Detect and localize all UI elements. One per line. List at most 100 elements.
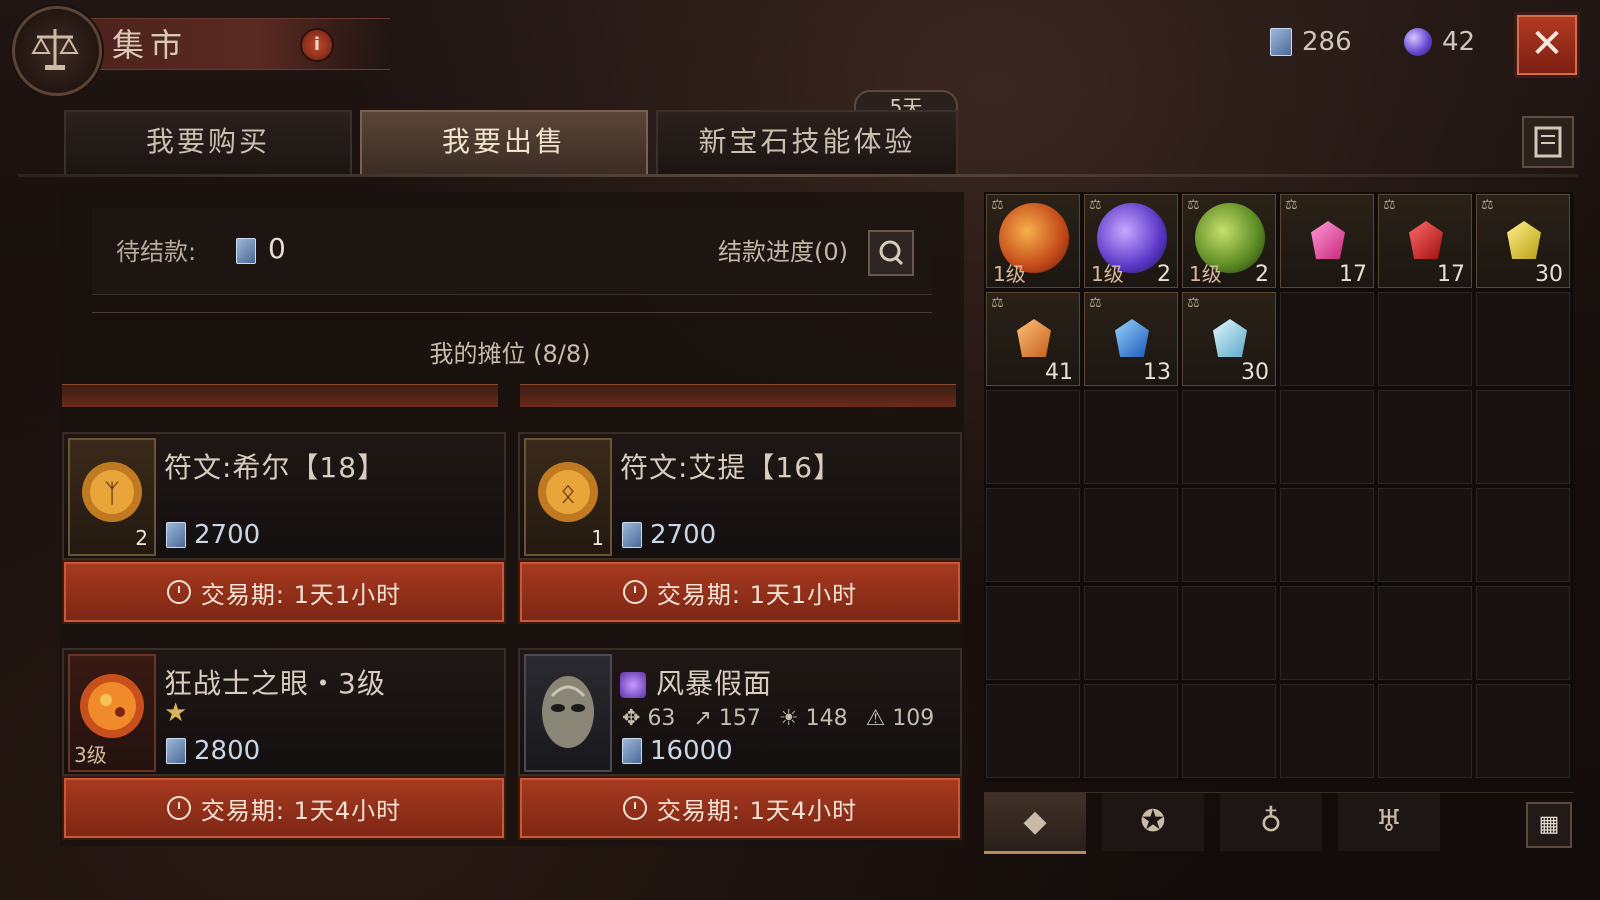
price-value: 2800 — [194, 736, 261, 766]
inventory-slot-empty[interactable] — [1084, 586, 1178, 680]
inventory-slot-empty[interactable] — [1280, 488, 1374, 582]
pending-value: 0 — [268, 232, 286, 265]
item-price: 2700 — [166, 520, 260, 550]
item-slot: 3级 — [68, 654, 156, 772]
price-value: 16000 — [650, 736, 733, 766]
grid-view-button[interactable]: ▦ — [1526, 802, 1572, 848]
item-stats: ✥ 63 ↗ 157 ☀ 148 ⚠ 109 — [622, 706, 934, 731]
listing-card[interactable]: ᛟ 1 符文:艾提【16】 2700 交易期: 1天1小时 — [518, 432, 962, 632]
section-divider — [92, 312, 932, 313]
inventory-slot-empty[interactable] — [1476, 390, 1570, 484]
sort-button[interactable] — [1522, 116, 1574, 168]
item-name: 符文:希尔【18】 — [164, 451, 387, 484]
inventory-slot[interactable]: ⚖ 30 — [1476, 194, 1570, 288]
inventory-slot-empty[interactable] — [1378, 292, 1472, 386]
item-slot — [524, 654, 612, 772]
orb-currency: 42 — [1404, 24, 1475, 60]
inventory-slot-empty[interactable] — [1182, 390, 1276, 484]
trade-period-bar: 交易期: 1天1小时 — [518, 560, 962, 624]
info-icon[interactable]: i — [300, 28, 334, 62]
diamond-gem-icon — [1213, 319, 1247, 357]
slot-level: 1级 — [1189, 262, 1222, 286]
category-runes[interactable]: ✪ — [1102, 793, 1204, 851]
inventory-slot-empty[interactable] — [1476, 488, 1570, 582]
orb-amount: 42 — [1442, 27, 1476, 57]
tab-sell[interactable]: 我要出售 — [360, 110, 648, 176]
inventory-slot-empty[interactable] — [1280, 292, 1374, 386]
inventory-slot-empty[interactable] — [1378, 684, 1472, 778]
trade-lock-icon: ⚖ — [1481, 197, 1494, 213]
listing-card[interactable]: 风暴假面 ✥ 63 ↗ 157 ☀ 148 ⚠ 109 16000 交易期: 1… — [518, 648, 962, 848]
settlement-progress-button[interactable] — [868, 230, 914, 276]
gold-token-icon — [236, 238, 256, 264]
demon-category-icon: ♅ — [1375, 804, 1403, 839]
inventory-slot-empty[interactable] — [1182, 684, 1276, 778]
inventory-slot-empty[interactable] — [1378, 586, 1472, 680]
category-gems[interactable]: ◆ — [984, 793, 1086, 854]
listing-card[interactable]: ᛉ 2 符文:希尔【18】 2700 交易期: 1天1小时 — [62, 432, 506, 632]
gold-token-icon — [622, 522, 642, 548]
inventory-slot-empty[interactable] — [1280, 390, 1374, 484]
rarity-badge-icon — [620, 672, 646, 698]
yellow-gem-icon — [1507, 221, 1541, 259]
item-price: 2700 — [622, 520, 716, 550]
scales-icon — [31, 29, 79, 70]
page-title: 集市 — [112, 26, 189, 64]
inventory-slot-empty[interactable] — [1084, 390, 1178, 484]
inventory-slot-empty[interactable] — [1476, 684, 1570, 778]
item-level: 3级 — [74, 743, 107, 767]
inventory-slot[interactable]: ⚖ 1级 2 — [1084, 194, 1178, 288]
trade-period-bar: 交易期: 1天1小时 — [62, 560, 506, 624]
inventory-slot-empty[interactable] — [1280, 684, 1374, 778]
inventory-slot-empty[interactable] — [986, 684, 1080, 778]
inventory-slot[interactable]: ⚖ 1级 2 — [1182, 194, 1276, 288]
stat-warning: ⚠ 109 — [865, 706, 935, 731]
inventory-slot-empty[interactable] — [1476, 292, 1570, 386]
inventory-slot[interactable]: ⚖ 17 — [1378, 194, 1472, 288]
price-value: 2700 — [194, 520, 261, 550]
inventory-slot-empty[interactable] — [1280, 586, 1374, 680]
inventory-grid: ⚖ 1级 ⚖ 1级 2 ⚖ 1级 2 ⚖ 17 ⚖ 17 ⚖ 30 ⚖ 41 ⚖… — [984, 192, 1574, 782]
trade-lock-icon: ⚖ — [1089, 197, 1102, 213]
orb-icon — [1404, 28, 1432, 56]
inventory-slot[interactable]: ⚖ 1级 — [986, 194, 1080, 288]
slot-quantity: 41 — [1045, 360, 1073, 385]
inventory-slot-empty[interactable] — [1378, 390, 1472, 484]
inventory-slot[interactable]: ⚖ 30 — [1182, 292, 1276, 386]
category-materials[interactable]: ♁ — [1220, 793, 1322, 851]
svg-text:ᛟ: ᛟ — [560, 479, 576, 509]
slot-level: 1级 — [1091, 262, 1124, 286]
inventory-slot-empty[interactable] — [1084, 488, 1178, 582]
stat-speed: ↗ 157 — [693, 706, 761, 731]
inventory-slot-empty[interactable] — [1182, 488, 1276, 582]
inventory-slot[interactable]: ⚖ 17 — [1280, 194, 1374, 288]
search-icon — [879, 240, 904, 266]
inventory-slot-empty[interactable] — [986, 390, 1080, 484]
tab-new-gem-skill[interactable]: 新宝石技能体验 — [656, 110, 958, 176]
card-top-strip — [520, 384, 956, 407]
item-slot: ᛉ 2 — [68, 438, 156, 556]
grid-icon: ▦ — [1538, 812, 1560, 837]
item-name: 风暴假面 — [620, 662, 772, 702]
trade-lock-icon: ⚖ — [1285, 197, 1298, 213]
gold-token-icon — [166, 522, 186, 548]
inventory-slot-empty[interactable] — [1378, 488, 1472, 582]
slot-quantity: 13 — [1143, 360, 1171, 385]
inventory-slot-empty[interactable] — [1084, 684, 1178, 778]
slot-quantity: 17 — [1339, 262, 1367, 287]
stat-light: ☀ 148 — [778, 706, 848, 731]
inventory-slot-empty[interactable] — [1182, 586, 1276, 680]
inventory-slot-empty[interactable] — [1476, 586, 1570, 680]
inventory-slot[interactable]: ⚖ 41 — [986, 292, 1080, 386]
gold-token-icon — [166, 738, 186, 764]
tab-buy[interactable]: 我要购买 — [64, 110, 352, 176]
stat-attack-value: 63 — [647, 706, 676, 731]
rune-category-icon: ✪ — [1140, 804, 1166, 839]
inventory-slot[interactable]: ⚖ 13 — [1084, 292, 1178, 386]
inventory-slot-empty[interactable] — [986, 488, 1080, 582]
close-button[interactable]: ✕ — [1514, 12, 1580, 78]
listing-card[interactable]: 3级 狂战士之眼・3级 ★ 2800 交易期: 1天4小时 — [62, 648, 506, 848]
category-equipment[interactable]: ♅ — [1338, 793, 1440, 851]
inventory-slot-empty[interactable] — [986, 586, 1080, 680]
trade-period-bar: 交易期: 1天4小时 — [62, 776, 506, 840]
